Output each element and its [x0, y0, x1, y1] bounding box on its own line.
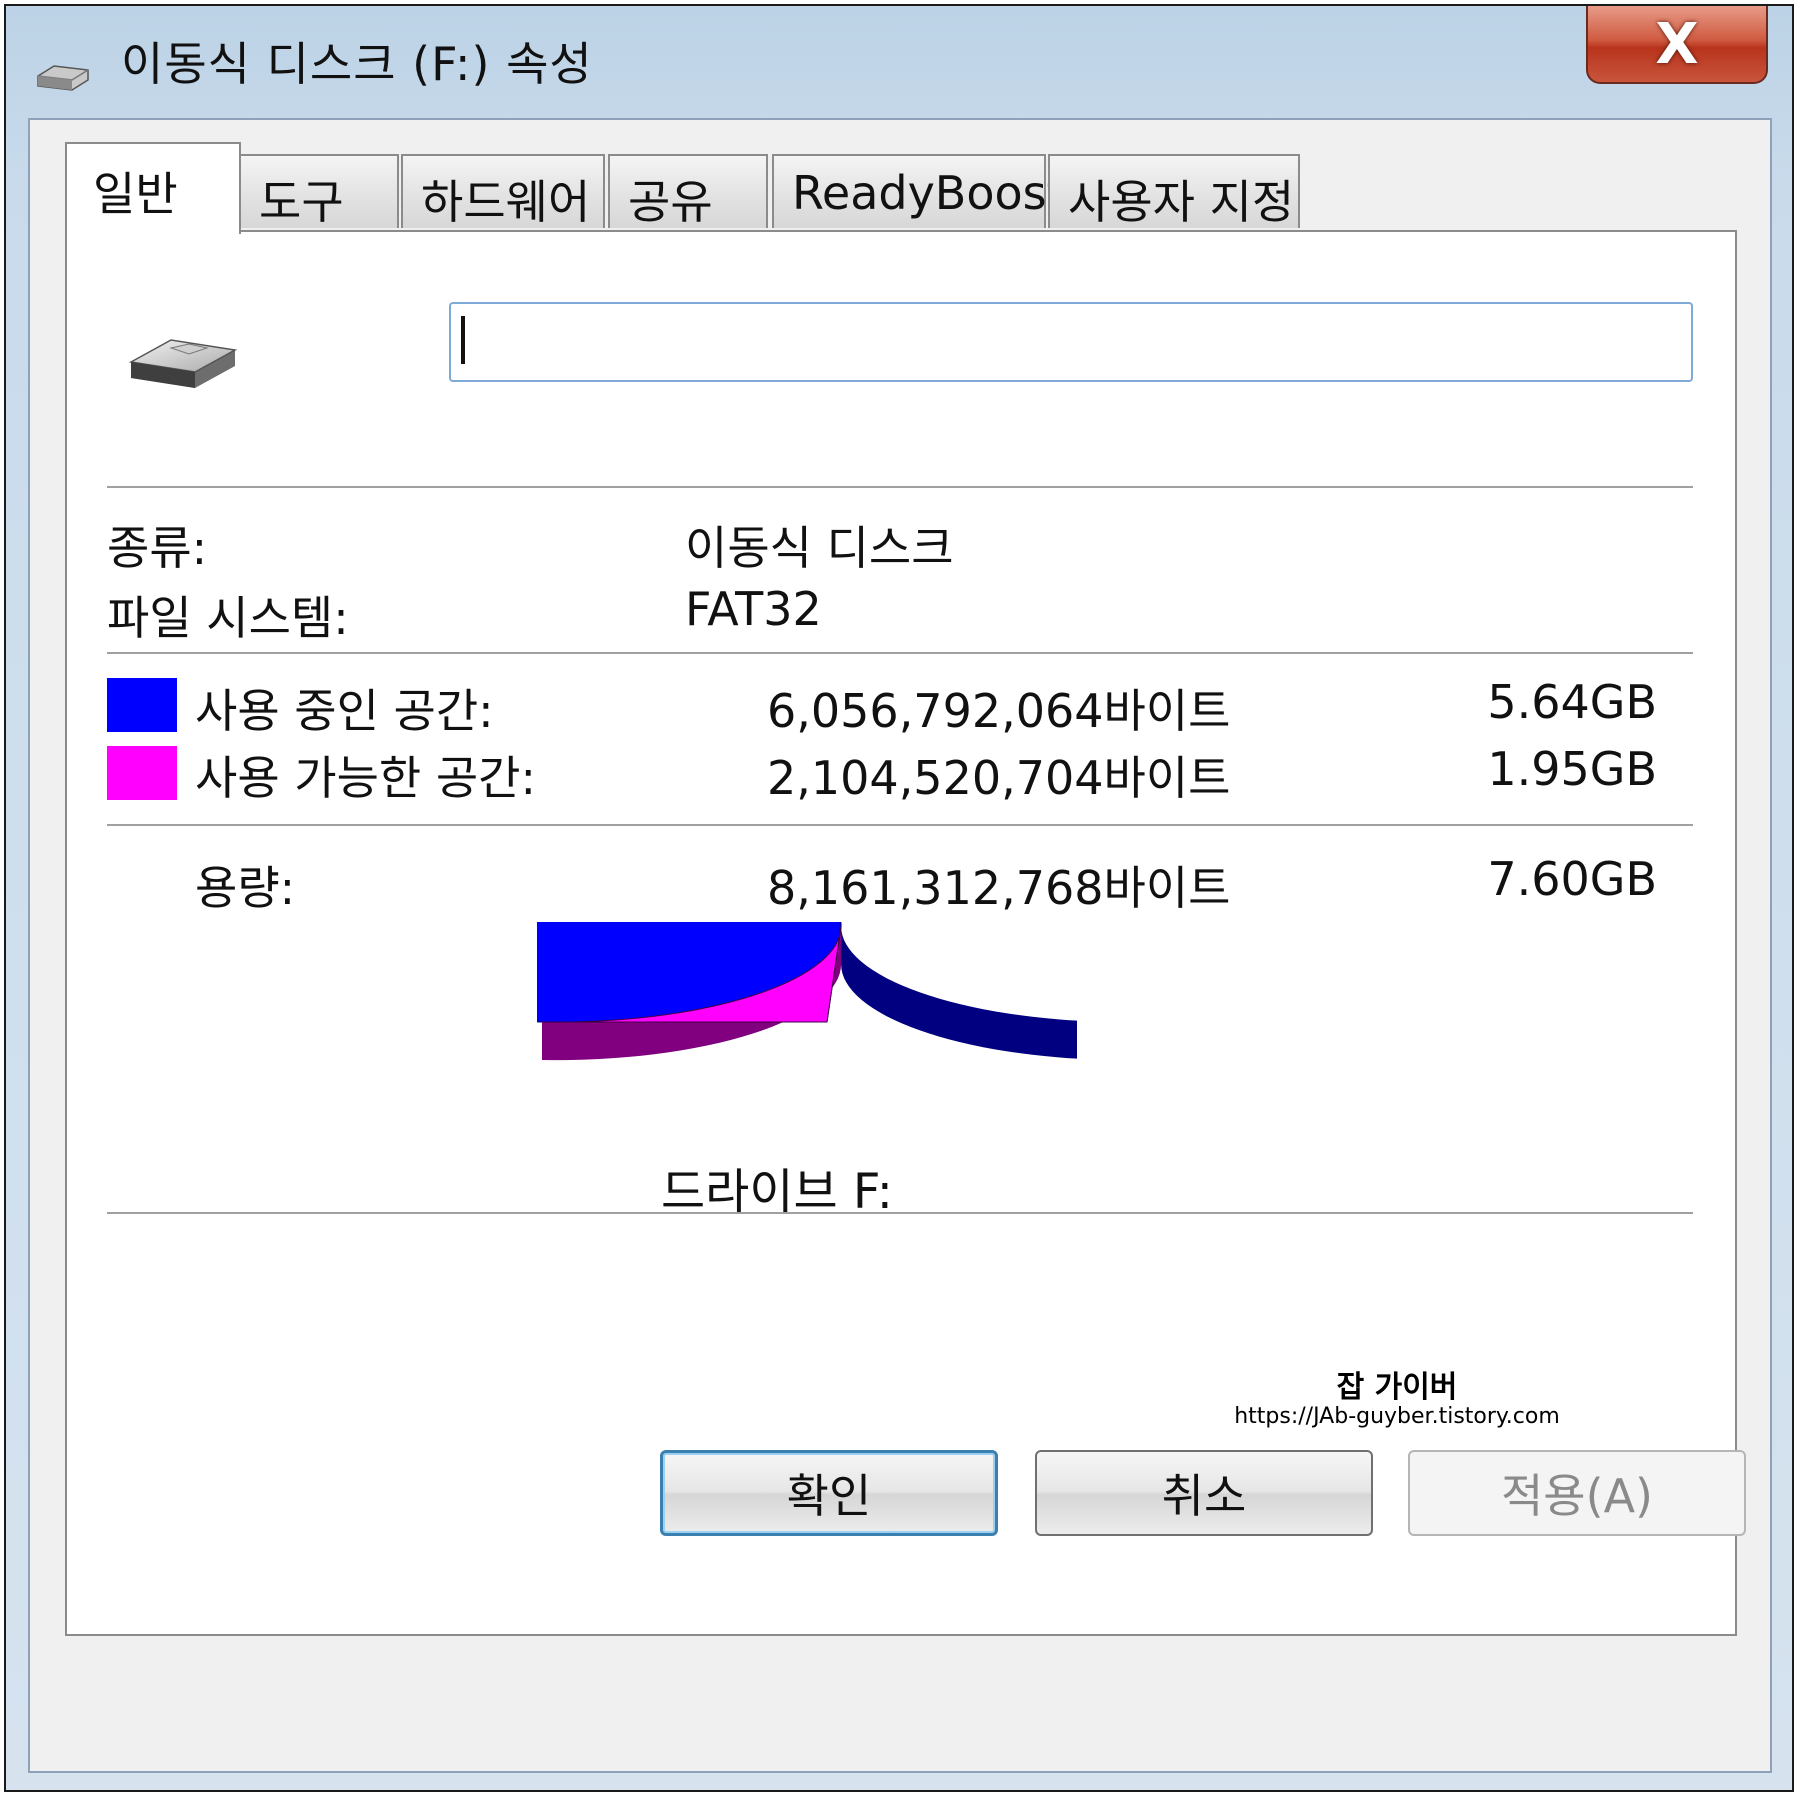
removable-drive-icon — [128, 339, 238, 388]
pie-side-used — [841, 926, 1077, 1059]
type-label: 종류: — [107, 521, 208, 575]
ok-button[interactable]: 확인 — [660, 1450, 998, 1536]
free-space-swatch — [107, 746, 177, 800]
tab-tools[interactable]: 도구 — [239, 154, 399, 229]
free-space-label: 사용 가능한 공간: — [195, 751, 536, 805]
divider — [107, 486, 1693, 488]
removable-drive-icon — [37, 65, 89, 91]
used-space-size: 5.64GB — [1487, 675, 1657, 729]
general-tab-panel: 종류: 이동식 디스크 파일 시스템: FAT32 사용 중인 공간: 6,05… — [65, 230, 1737, 1636]
filesystem-value: FAT32 — [685, 582, 822, 636]
type-value: 이동식 디스크 — [685, 521, 954, 575]
tab-hardware[interactable]: 하드웨어 — [401, 154, 605, 229]
cancel-button[interactable]: 취소 — [1035, 1450, 1373, 1536]
used-space-bytes: 6,056,792,064바이트 — [767, 684, 1231, 738]
text-caret — [461, 316, 465, 364]
free-space-bytes: 2,104,520,704바이트 — [767, 751, 1231, 805]
tab-general[interactable]: 일반 — [65, 142, 241, 234]
dialog-client: 일반 도구 하드웨어 공유 ReadyBoost 사용자 지정 종류: 이동식 … — [28, 118, 1772, 1773]
tab-readyboost[interactable]: ReadyBoost — [772, 154, 1065, 228]
apply-button[interactable]: 적용(A) — [1408, 1450, 1746, 1536]
close-button[interactable]: X — [1586, 6, 1768, 84]
free-space-size: 1.95GB — [1487, 742, 1657, 796]
used-space-label: 사용 중인 공간: — [195, 684, 494, 738]
divider — [107, 824, 1693, 826]
capacity-bytes: 8,161,312,768바이트 — [767, 861, 1231, 915]
volume-name-input[interactable] — [449, 302, 1693, 382]
tab-sharing[interactable]: 공유 — [608, 154, 768, 229]
disk-usage-pie-chart — [537, 922, 1077, 1061]
watermark-title: 잡 가이버 — [1336, 1370, 1458, 1405]
window-title: 이동식 디스크 (F:) 속성 — [121, 37, 593, 91]
divider — [107, 1212, 1693, 1214]
divider — [107, 652, 1693, 654]
tab-customize[interactable]: 사용자 지정 — [1048, 154, 1300, 229]
capacity-size: 7.60GB — [1487, 852, 1657, 906]
properties-window: 이동식 디스크 (F:) 속성 X 일반 도구 하드웨어 공유 ReadyBoo… — [4, 4, 1794, 1792]
close-icon: X — [1655, 11, 1699, 77]
title-bar[interactable]: 이동식 디스크 (F:) 속성 X — [6, 6, 1792, 116]
watermark-url: https://JAb-guyber.tistory.com — [1234, 1404, 1560, 1429]
filesystem-label: 파일 시스템: — [107, 591, 349, 645]
used-space-swatch — [107, 678, 177, 732]
capacity-label: 용량: — [195, 861, 296, 915]
